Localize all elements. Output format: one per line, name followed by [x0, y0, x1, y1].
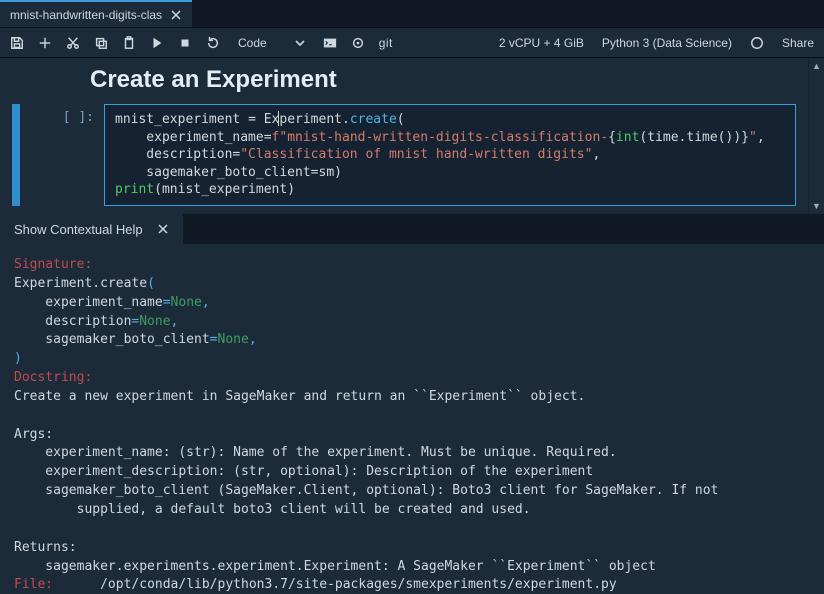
close-icon[interactable] [157, 223, 169, 235]
cell-prompt: [ ]: [20, 104, 104, 206]
cell-type-label: Code [238, 36, 267, 50]
contextual-help-pane: Signature: Experiment.create( experiment… [0, 244, 824, 594]
add-cell-icon[interactable] [38, 36, 52, 50]
vertical-scrollbar[interactable]: ▲ ▼ [808, 58, 824, 214]
terminal-icon[interactable] [323, 36, 337, 50]
cell-type-select[interactable]: Code [234, 36, 309, 50]
file-tab-title: mnist-handwritten-digits-clas [10, 8, 162, 22]
status-group: 2 vCPU + 4 GiB Python 3 (Data Science) S… [499, 36, 814, 50]
notebook-toolbar: Code git 2 vCPU + 4 GiB Python 3 (Data S… [0, 28, 824, 58]
paste-icon[interactable] [122, 36, 136, 50]
compute-resources[interactable]: 2 vCPU + 4 GiB [499, 36, 584, 50]
contextual-help-tab[interactable]: Show Contextual Help [0, 214, 183, 244]
file-tab[interactable]: mnist-handwritten-digits-clas [0, 0, 192, 27]
close-icon[interactable] [170, 9, 182, 21]
text-cursor [278, 111, 279, 126]
chevron-down-icon [295, 38, 305, 48]
restart-icon[interactable] [206, 36, 220, 50]
markdown-heading: Create an Experiment [90, 66, 796, 94]
scroll-down-icon[interactable]: ▼ [809, 198, 824, 214]
code-editor[interactable]: mnist_experiment = Experiment.create( ex… [104, 104, 796, 206]
stop-icon[interactable] [178, 36, 192, 50]
share-button[interactable]: Share [782, 36, 814, 50]
kernel-status-icon[interactable] [351, 36, 365, 50]
notebook-area: Create an Experiment [ ]: mnist_experime… [0, 58, 824, 214]
contextual-help-tab-title: Show Contextual Help [14, 222, 143, 237]
copy-icon[interactable] [94, 36, 108, 50]
save-icon[interactable] [10, 36, 24, 50]
code-cell[interactable]: [ ]: mnist_experiment = Experiment.creat… [12, 104, 796, 206]
scroll-up-icon[interactable]: ▲ [809, 58, 824, 74]
file-tab-bar: mnist-handwritten-digits-clas [0, 0, 824, 28]
git-button[interactable]: git [379, 36, 393, 50]
cut-icon[interactable] [66, 36, 80, 50]
run-icon[interactable] [150, 36, 164, 50]
kernel-idle-icon [750, 36, 764, 50]
kernel-name[interactable]: Python 3 (Data Science) [602, 36, 732, 50]
bottom-panel-tab-bar: Show Contextual Help [0, 214, 824, 244]
cell-active-indicator [12, 104, 20, 206]
